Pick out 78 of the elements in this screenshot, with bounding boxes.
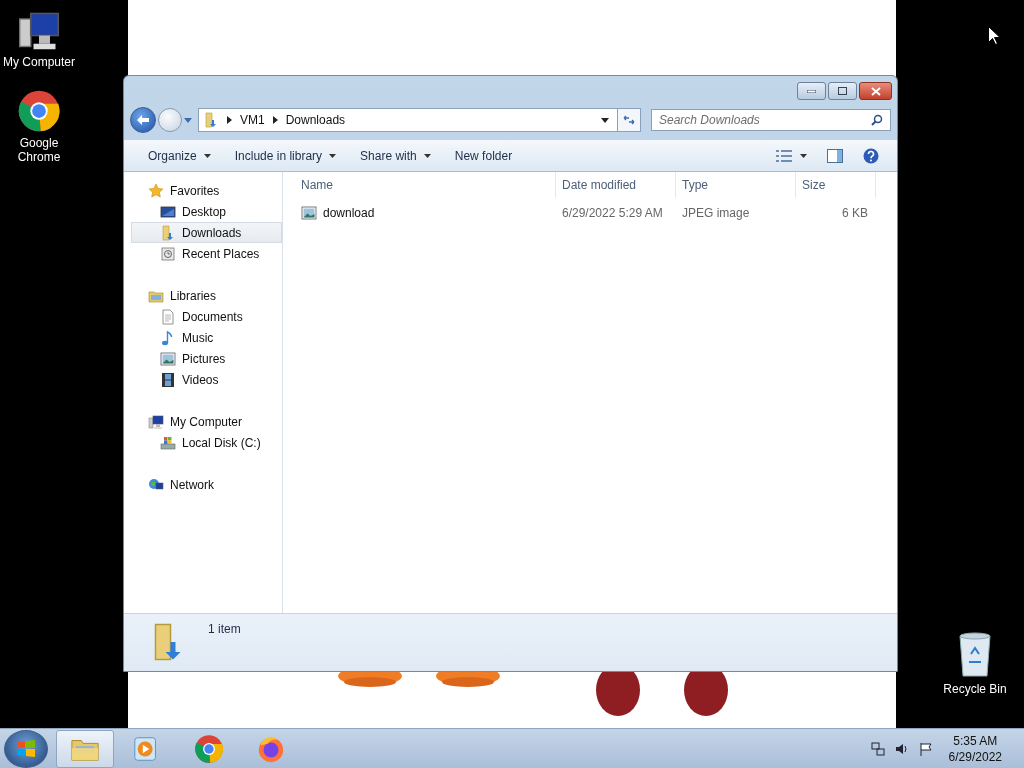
nav-item[interactable]: Downloads bbox=[131, 222, 282, 243]
maximize-icon bbox=[838, 87, 847, 95]
toolbar-button[interactable]: Organize bbox=[138, 144, 221, 167]
clock-date: 6/29/2022 bbox=[948, 748, 1002, 765]
document-icon bbox=[160, 308, 176, 325]
flag-icon[interactable] bbox=[918, 741, 933, 756]
nav-item[interactable]: Pictures bbox=[124, 348, 282, 369]
back-arrow-icon bbox=[136, 114, 150, 126]
caret-icon bbox=[423, 153, 431, 158]
close-icon bbox=[870, 86, 881, 96]
desktop-icon-label[interactable]: My Computer bbox=[3, 55, 75, 69]
computer-icon bbox=[148, 413, 164, 430]
address-bar[interactable]: VM1 Downloads bbox=[198, 108, 641, 132]
image-icon bbox=[160, 350, 176, 367]
nav-item[interactable]: Network bbox=[124, 474, 282, 495]
item-count: 1 item bbox=[208, 622, 241, 636]
desktop-icon-label[interactable]: Recycle Bin bbox=[943, 682, 1007, 696]
nav-item[interactable]: My Computer bbox=[124, 411, 282, 432]
image-icon bbox=[301, 205, 317, 221]
back-button[interactable] bbox=[130, 107, 156, 133]
desktop-icon-label[interactable]: Google Chrome bbox=[0, 136, 78, 164]
refresh-button[interactable] bbox=[617, 109, 640, 131]
nav-item[interactable]: Local Disk (C:) bbox=[124, 432, 282, 453]
nav-item[interactable]: Music bbox=[124, 327, 282, 348]
minimize-icon bbox=[807, 89, 816, 93]
column-header[interactable]: Date modified bbox=[556, 172, 676, 198]
nav-item[interactable]: Videos bbox=[124, 369, 282, 390]
nav-item[interactable]: Recent Places bbox=[124, 243, 282, 264]
caret-icon bbox=[329, 153, 337, 158]
preview-pane-icon bbox=[827, 148, 843, 163]
file-row[interactable]: download 6/29/2022 5:29 AM JPEG image 6 KB bbox=[283, 202, 897, 224]
refresh-arrows-icon bbox=[623, 114, 635, 126]
disk-drive-icon bbox=[160, 434, 176, 451]
caret-icon bbox=[800, 153, 807, 158]
nav-item[interactable]: Desktop bbox=[124, 201, 282, 222]
help-icon bbox=[863, 147, 879, 164]
breadcrumb-item[interactable]: VM1 bbox=[240, 113, 265, 127]
network-icon[interactable] bbox=[870, 741, 885, 756]
network-globe-icon bbox=[148, 476, 164, 493]
nav-item[interactable]: Libraries bbox=[124, 285, 282, 306]
forward-button[interactable] bbox=[158, 108, 182, 132]
chrome-logo-icon bbox=[17, 89, 61, 133]
file-date: 6/29/2022 5:29 AM bbox=[561, 206, 664, 220]
file-name: download bbox=[323, 206, 375, 220]
star-icon bbox=[148, 182, 164, 199]
column-header[interactable]: Size bbox=[796, 172, 876, 198]
folder-download-icon bbox=[203, 112, 219, 128]
folder-download-icon bbox=[160, 224, 176, 241]
nav-item[interactable]: Documents bbox=[124, 306, 282, 327]
nav-item[interactable]: Favorites bbox=[124, 180, 282, 201]
toolbar-button[interactable]: Include in library bbox=[224, 144, 347, 167]
maximize-button[interactable] bbox=[828, 82, 857, 100]
cursor-icon bbox=[988, 26, 1000, 45]
chevron-icon bbox=[272, 116, 278, 124]
recent-places-icon bbox=[160, 245, 176, 262]
file-size: 6 KB bbox=[841, 206, 869, 220]
windows-logo-icon bbox=[15, 737, 37, 760]
caret-icon bbox=[203, 153, 211, 158]
start-button[interactable] bbox=[4, 729, 48, 768]
file-type: JPEG image bbox=[681, 206, 751, 220]
column-header[interactable]: Name bbox=[283, 172, 556, 198]
clock-time: 5:35 AM bbox=[953, 732, 998, 749]
breadcrumb-item[interactable]: Downloads bbox=[285, 113, 346, 127]
film-icon bbox=[160, 371, 176, 388]
dropdown-arrow-icon[interactable] bbox=[601, 117, 609, 123]
clock[interactable]: 5:35 AM 6/29/2022 bbox=[948, 732, 1002, 765]
search-icon bbox=[871, 114, 883, 126]
toolbar-button[interactable]: New folder bbox=[444, 144, 523, 167]
search-field[interactable]: Search Downloads bbox=[651, 109, 891, 131]
chrome-logo-icon bbox=[194, 733, 224, 764]
chevron-icon bbox=[227, 116, 232, 124]
monitor-icon bbox=[160, 203, 176, 220]
speaker-icon[interactable] bbox=[894, 741, 909, 756]
list-view-icon bbox=[776, 149, 792, 162]
toolbar-button[interactable]: Share with bbox=[350, 144, 441, 167]
close-button[interactable] bbox=[859, 82, 892, 100]
column-header[interactable]: Type bbox=[676, 172, 796, 198]
recycle-bin-icon bbox=[957, 632, 993, 678]
